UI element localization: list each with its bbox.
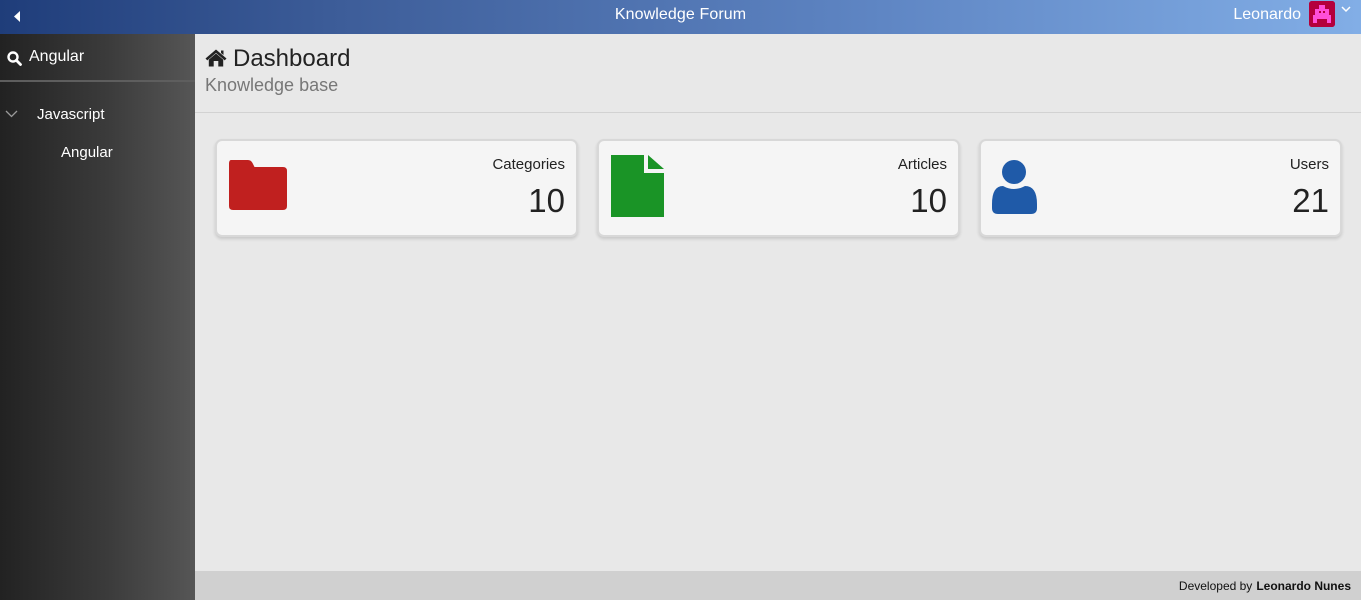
main-content: Dashboard Knowledge base Categories 10 A… — [195, 34, 1361, 571]
search-icon — [7, 51, 22, 66]
folder-icon — [229, 160, 287, 210]
home-icon — [205, 49, 227, 67]
footer-text: Developed by — [1178, 578, 1253, 593]
footer-author: Leonardo Nunes — [1256, 578, 1351, 593]
stat-label: Categories — [492, 156, 565, 173]
stat-value: 21 — [1292, 182, 1329, 219]
tree-item-javascript[interactable]: Javascript — [0, 102, 195, 128]
user-name: Leonardo — [1233, 6, 1301, 23]
stat-value: 10 — [528, 182, 565, 219]
avatar[interactable] — [1309, 1, 1335, 27]
stat-card-users[interactable]: Users 21 — [979, 139, 1342, 237]
chevron-down-icon[interactable] — [1341, 6, 1351, 13]
page-title: Dashboard — [233, 45, 351, 72]
page-header: Dashboard Knowledge base — [195, 34, 1361, 113]
app-title: Knowledge Forum — [614, 6, 747, 23]
sidebar-search — [0, 34, 195, 82]
chevron-down-icon[interactable] — [5, 110, 18, 118]
stat-card-categories[interactable]: Categories 10 — [215, 139, 578, 237]
pixel-avatar-icon — [1309, 1, 1335, 27]
sidebar: Javascript Angular — [0, 34, 195, 600]
stat-label: Articles — [897, 156, 947, 173]
user-menu[interactable]: Leonardo — [1233, 0, 1351, 34]
user-icon — [992, 160, 1037, 214]
tree-item-angular[interactable]: Angular — [0, 140, 195, 166]
stat-value: 10 — [910, 182, 947, 219]
tree-item-label: Javascript — [37, 106, 105, 123]
stat-card-articles[interactable]: Articles 10 — [597, 139, 960, 237]
file-icon — [611, 155, 664, 217]
search-input[interactable] — [29, 44, 189, 70]
tree-item-label: Angular — [61, 144, 113, 161]
top-bar: Knowledge Forum Leonardo — [0, 0, 1361, 34]
page-subtitle: Knowledge base — [205, 75, 339, 95]
stat-label: Users — [1289, 156, 1329, 173]
footer: Developed by Leonardo Nunes — [195, 571, 1361, 600]
